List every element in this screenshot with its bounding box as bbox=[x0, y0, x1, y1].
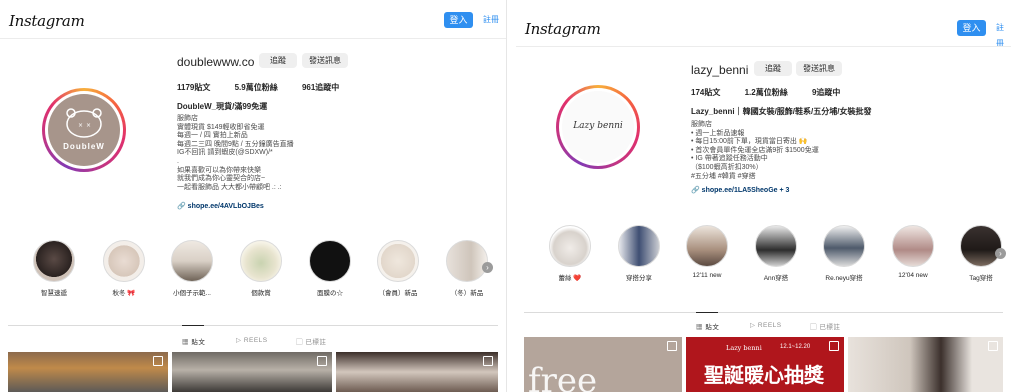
instagram-logo[interactable]: Instagram bbox=[525, 20, 601, 38]
signup-link[interactable]: 註冊 bbox=[483, 12, 499, 28]
post-headline-text: 聖誕暖心抽獎 bbox=[704, 363, 824, 387]
post-overlay-text: free bbox=[528, 361, 598, 392]
right-profile-panel: Instagram 登入 註冊 Lazy benni lazy_benni 追蹤… bbox=[516, 0, 1011, 392]
post-date-text: 12.1~12.20 bbox=[780, 344, 811, 350]
multi-photo-icon bbox=[667, 341, 677, 351]
follow-button[interactable]: 追蹤 bbox=[259, 53, 297, 68]
highlight-item[interactable]: Re.neyu穿搭 bbox=[820, 225, 868, 282]
followers-count[interactable]: 5.9萬位粉絲 bbox=[235, 83, 278, 92]
tabs-divider bbox=[8, 325, 498, 326]
followers-count[interactable]: 1.2萬位粉絲 bbox=[745, 88, 788, 97]
following-count[interactable]: 961追蹤中 bbox=[302, 83, 339, 92]
active-tab-indicator bbox=[696, 312, 718, 313]
profile-stats: 1179貼文 5.9萬位粉絲 961追蹤中 bbox=[177, 82, 361, 93]
multi-photo-icon bbox=[988, 341, 998, 351]
login-button[interactable]: 登入 bbox=[957, 20, 986, 36]
highlight-item[interactable]: 個款賞 bbox=[237, 240, 285, 297]
topbar-divider bbox=[0, 38, 506, 39]
profile-full-name: DoubleW_現貨/滿99免運 bbox=[177, 102, 268, 111]
profile-username: doublewww.co bbox=[177, 55, 255, 69]
instagram-logo[interactable]: Instagram bbox=[9, 12, 85, 30]
post-thumbnail[interactable] bbox=[172, 352, 332, 392]
avatar-brand-text: DoubleW bbox=[63, 142, 105, 151]
left-profile-panel: Instagram 登入 註冊 × × DoubleW doublewww.co… bbox=[0, 0, 507, 392]
topbar-divider bbox=[516, 46, 1011, 47]
tab-tagged[interactable]: ▢ 已標註 bbox=[296, 336, 326, 346]
highlights-next-button[interactable]: › bbox=[995, 248, 1006, 259]
login-button[interactable]: 登入 bbox=[444, 12, 473, 28]
follow-button[interactable]: 追蹤 bbox=[754, 61, 792, 76]
svg-text:×: × bbox=[86, 122, 91, 129]
multi-photo-icon bbox=[483, 356, 493, 366]
multi-photo-icon bbox=[829, 341, 839, 351]
signup-link[interactable]: 註冊 bbox=[996, 20, 1011, 52]
profile-username: lazy_benni bbox=[691, 63, 749, 77]
profile-avatar-ring[interactable]: × × DoubleW bbox=[42, 88, 126, 172]
profile-bio: 服飾店 實體現貨 $149輕收即省免運 每週一 / 四 實拍上新品 每週二三四 … bbox=[177, 115, 294, 191]
highlight-item[interactable]: 穿搭分享 bbox=[615, 225, 663, 282]
tab-posts[interactable]: ▦ 貼文 bbox=[696, 321, 719, 331]
highlight-item[interactable]: 秋冬 🎀 bbox=[100, 240, 148, 297]
post-brand-text: Lazy benni bbox=[726, 344, 762, 352]
post-thumbnail[interactable]: free bbox=[524, 337, 682, 392]
tabs-divider bbox=[524, 312, 1003, 313]
post-thumbnail[interactable]: Lazy benni 12.1~12.20 聖誕暖心抽獎 bbox=[686, 337, 844, 392]
profile-link[interactable]: 🔗 shope.ee/1LA5SheoGe + 3 bbox=[691, 186, 789, 194]
highlight-item[interactable]: 12'04 new bbox=[889, 225, 937, 279]
tab-posts[interactable]: ▦ 貼文 bbox=[182, 336, 205, 346]
posts-count[interactable]: 1179貼文 bbox=[177, 83, 210, 92]
following-count[interactable]: 9追蹤中 bbox=[812, 88, 840, 97]
avatar: × × DoubleW bbox=[48, 94, 120, 166]
post-thumbnail[interactable] bbox=[848, 337, 1003, 392]
multi-photo-icon bbox=[153, 356, 163, 366]
highlights-next-button[interactable]: › bbox=[482, 262, 493, 273]
profile-link[interactable]: 🔗 shope.ee/4AVLbOJBes bbox=[177, 202, 264, 210]
bear-logo-icon: × × bbox=[66, 108, 102, 138]
post-thumbnail[interactable] bbox=[336, 352, 498, 392]
active-tab-indicator bbox=[182, 325, 204, 326]
profile-stats: 174貼文 1.2萬位粉絲 9追蹤中 bbox=[691, 87, 862, 98]
highlight-item[interactable]: 蕾絲 ❤️ bbox=[546, 225, 594, 282]
tab-reels[interactable]: ▷ REELS bbox=[236, 336, 268, 344]
highlight-item[interactable]: 智慧速遞 bbox=[30, 240, 78, 297]
multi-photo-icon bbox=[317, 356, 327, 366]
profile-avatar-ring[interactable]: Lazy benni bbox=[556, 85, 640, 169]
highlight-item[interactable]: 面膜の☆ bbox=[306, 240, 354, 297]
avatar-brand-text: Lazy benni bbox=[573, 121, 623, 131]
message-button[interactable]: 發送訊息 bbox=[302, 53, 348, 68]
highlight-item[interactable]: Ann穿搭 bbox=[752, 225, 800, 282]
tab-tagged[interactable]: ▢ 已標註 bbox=[810, 321, 840, 331]
posts-count[interactable]: 174貼文 bbox=[691, 88, 720, 97]
svg-text:×: × bbox=[78, 122, 83, 129]
tab-reels[interactable]: ▷ REELS bbox=[750, 321, 782, 329]
profile-full-name: Lazy_benni｜韓國女裝/服飾/鞋系/五分埔/女裝批發 bbox=[691, 107, 872, 116]
message-button[interactable]: 發送訊息 bbox=[796, 61, 842, 76]
post-thumbnail[interactable] bbox=[8, 352, 168, 392]
highlight-item[interactable]: 小個子示範... bbox=[168, 240, 216, 297]
profile-bio: 服飾店 • 週一上新品速報 • 每日15:00前下單，現貨當日寄出 🙌 • 首次… bbox=[691, 121, 819, 180]
avatar: Lazy benni bbox=[562, 91, 634, 163]
highlight-item[interactable]: 12'11 new bbox=[683, 225, 731, 279]
highlight-item[interactable]: （會員）新品 bbox=[374, 240, 422, 297]
